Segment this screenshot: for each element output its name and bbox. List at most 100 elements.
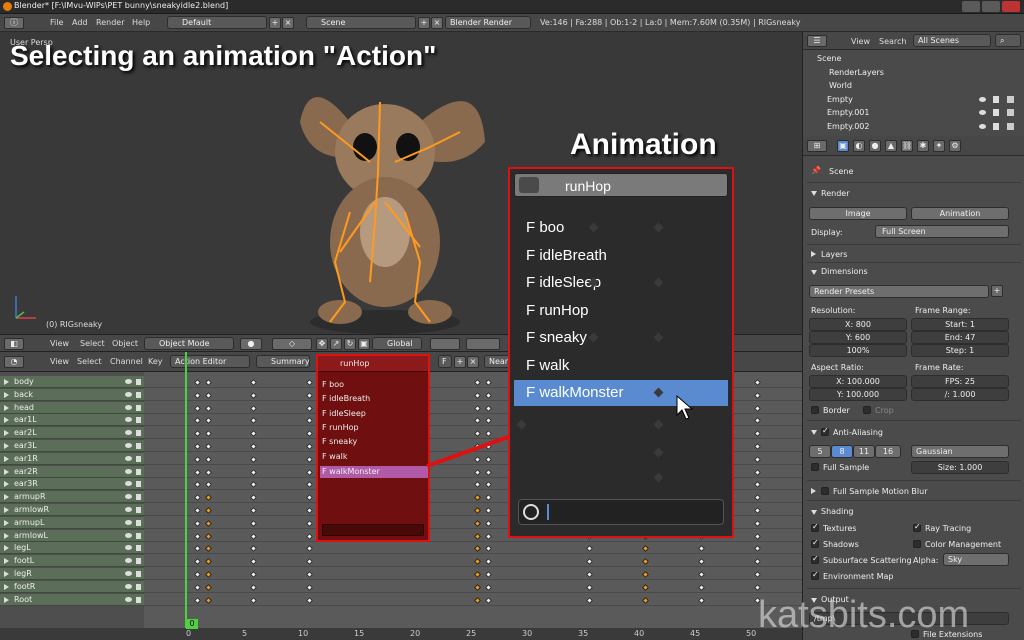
keyframe[interactable] (473, 481, 482, 489)
keyframe[interactable] (193, 455, 202, 463)
keyframe[interactable] (697, 558, 706, 566)
fake-user-button[interactable]: F (438, 355, 452, 368)
collapse-icon[interactable] (811, 191, 817, 196)
keyframe[interactable] (205, 545, 213, 553)
keyframe[interactable] (753, 532, 762, 540)
pivot-select[interactable]: ◇ (272, 338, 312, 350)
keyframe[interactable] (249, 378, 258, 387)
object-tab-icon[interactable]: ▲ (885, 140, 897, 152)
menu-file[interactable]: File (50, 18, 63, 27)
shadows-checkbox[interactable] (811, 538, 819, 548)
data-tab-icon[interactable]: ✱ (917, 140, 929, 152)
keyframe[interactable] (473, 532, 482, 540)
eye-icon[interactable] (125, 571, 132, 576)
expand-icon[interactable] (4, 481, 9, 488)
editor-type-icon[interactable]: ⊞ (807, 140, 827, 152)
lock-icon[interactable] (136, 481, 141, 488)
resolution-y-field[interactable]: Y: 600 (809, 331, 907, 344)
add-scene-button[interactable]: + (418, 17, 430, 29)
keyframe[interactable] (753, 545, 762, 553)
action-option[interactable]: F idleSleep (322, 409, 366, 418)
outliner-item[interactable]: Empty.002 (827, 122, 869, 131)
scene-tab-icon[interactable]: ◐ (853, 140, 865, 152)
channel-row[interactable]: footL (0, 555, 144, 568)
channel-row[interactable]: ear3L (0, 440, 144, 452)
aa-level-16[interactable]: 16 (875, 445, 901, 458)
keyframe[interactable] (585, 596, 594, 604)
section-shading[interactable]: Shading (821, 507, 854, 516)
channel-row[interactable]: body (0, 376, 144, 388)
keyframe[interactable] (205, 506, 213, 515)
keyframe[interactable] (485, 545, 493, 553)
keyframe[interactable] (193, 430, 202, 438)
action-option[interactable]: F idleBreath (322, 394, 370, 403)
eye-icon[interactable] (125, 404, 132, 410)
keyframe[interactable] (205, 519, 213, 527)
keyframe[interactable] (249, 391, 258, 399)
action-option[interactable]: F boo (322, 380, 344, 389)
add-preset-button[interactable]: + (991, 285, 1003, 297)
keyframe[interactable] (753, 570, 762, 579)
outliner-item[interactable]: Empty (827, 95, 853, 104)
keyframe[interactable] (753, 468, 762, 476)
channel-row[interactable]: armupR (0, 491, 144, 504)
keyframe[interactable] (205, 570, 213, 579)
shading-select[interactable]: ● (240, 338, 262, 350)
aspect-y-field[interactable]: Y: 100.000 (809, 388, 907, 401)
keyframe[interactable] (249, 519, 258, 527)
aa-filter-select[interactable]: Gaussian (911, 445, 1009, 458)
expand-icon[interactable] (4, 532, 9, 539)
expand-icon[interactable] (4, 519, 9, 526)
lock-icon[interactable] (136, 404, 141, 411)
channel-row[interactable]: back (0, 388, 144, 401)
keyframe[interactable] (753, 391, 762, 399)
outliner-item[interactable]: RenderLayers (829, 68, 884, 77)
eye-icon[interactable] (125, 507, 132, 512)
action-search-input[interactable] (518, 499, 724, 525)
lock-icon[interactable] (136, 519, 141, 526)
keyframe[interactable] (473, 506, 482, 515)
keyframe[interactable] (753, 506, 762, 515)
keyframe[interactable] (249, 583, 258, 591)
keyframe[interactable] (753, 417, 762, 425)
add-action-button[interactable]: + (454, 356, 466, 368)
keyframe[interactable] (305, 558, 314, 566)
keyframe[interactable] (697, 570, 706, 579)
editor-type-icon[interactable]: ☰ (807, 35, 827, 47)
outliner-item[interactable]: Empty.001 (827, 108, 869, 117)
expand-icon[interactable] (4, 443, 9, 449)
action-option[interactable]: F walk (322, 452, 347, 461)
action-option[interactable]: F sneaky (526, 329, 587, 346)
action-select-header[interactable]: runHop (318, 356, 428, 372)
keyframe[interactable] (305, 532, 314, 540)
lock-icon[interactable] (136, 494, 141, 501)
action-search-input[interactable] (322, 524, 424, 536)
remove-screen-button[interactable]: × (282, 17, 294, 29)
keyframe[interactable] (193, 583, 202, 591)
minimize-button[interactable] (962, 1, 980, 12)
expand-icon[interactable] (4, 404, 9, 411)
keyframe[interactable] (753, 519, 762, 527)
orientation-select[interactable]: Global (372, 337, 422, 350)
current-frame-line[interactable] (185, 352, 187, 634)
keyframe[interactable] (753, 583, 762, 591)
fps-field[interactable]: FPS: 25 (911, 375, 1009, 388)
keyframe[interactable] (205, 455, 213, 463)
keyframe[interactable] (305, 468, 314, 476)
layers-widget-2[interactable] (466, 338, 500, 350)
eye-icon[interactable] (125, 443, 132, 448)
channel-row[interactable]: ear3R (0, 478, 144, 491)
channel-row[interactable]: armlowL (0, 529, 144, 542)
render-tab-icon[interactable]: ▣ (837, 140, 849, 152)
channel-row[interactable]: footR (0, 580, 144, 593)
keyframe[interactable] (585, 558, 594, 566)
lock-icon[interactable] (136, 379, 141, 385)
channel-row[interactable]: ear1L (0, 414, 144, 427)
keyframe[interactable] (473, 494, 482, 502)
action-dropdown-small[interactable]: runHop F boo F idleBreath F idleSleep F run… (316, 354, 430, 542)
lock-icon[interactable] (136, 468, 141, 475)
keyframe[interactable] (485, 378, 493, 387)
keyframe[interactable] (641, 545, 650, 553)
keyframe[interactable] (305, 417, 314, 425)
collapse-icon[interactable] (811, 270, 817, 275)
